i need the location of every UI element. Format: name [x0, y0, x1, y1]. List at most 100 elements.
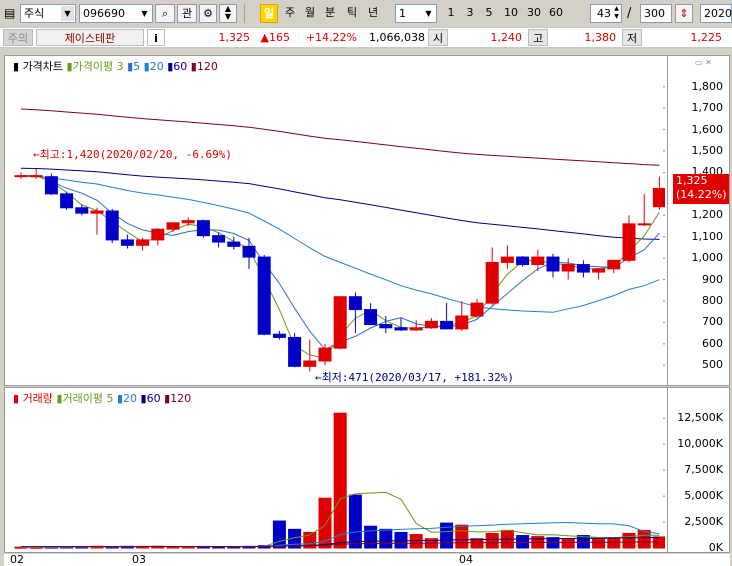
period-month-button[interactable]: 월	[301, 4, 319, 23]
volume-value: 1,066,038	[369, 31, 425, 44]
candle-body	[318, 347, 332, 362]
candle-body	[212, 235, 226, 243]
price-tick-label: 1,000	[691, 251, 724, 265]
quick-10-button[interactable]: 10	[501, 4, 521, 23]
candle-body	[288, 336, 302, 367]
search-button[interactable]: ⌕	[155, 4, 175, 23]
candle-body	[227, 241, 241, 247]
warning-badge: 주의	[3, 29, 33, 46]
candle-body	[409, 327, 423, 331]
candle-body	[105, 210, 119, 241]
period-tick-button[interactable]: 틱	[343, 4, 361, 23]
zoom-icon: ⇕	[679, 7, 689, 20]
period-day-button[interactable]: 일	[260, 4, 278, 23]
quick-3-button[interactable]: 3	[462, 4, 478, 23]
zoom-button[interactable]: ⇕	[675, 4, 693, 23]
quick-5-button[interactable]: 5	[481, 4, 497, 23]
candle-body	[75, 207, 89, 214]
quick-30-button[interactable]: 30	[524, 4, 544, 23]
count-spin[interactable]: ▲ ▼	[612, 5, 621, 22]
price-change: ▲165	[260, 31, 290, 44]
candle-body	[333, 296, 347, 349]
toolbar: ▤ 주식 ▼ 096690 ▼ ⌕ 관 ⚙ ▲ ▼ 일 주 월 분 틱 년 1 ▼…	[0, 0, 732, 27]
price-tick-label: 1,500	[691, 144, 724, 157]
gwan-button[interactable]: 관	[177, 4, 197, 23]
candle-body	[455, 315, 469, 330]
chevron-down-icon[interactable]: ▼	[422, 6, 435, 21]
price-tick-label: 1,200	[691, 208, 724, 222]
volume-bar	[485, 532, 499, 549]
candle-body	[90, 210, 104, 214]
price-tick-label: 900	[702, 272, 723, 286]
price-plot[interactable]	[5, 56, 665, 385]
ma20-line	[20, 175, 660, 313]
market-select[interactable]: 주식 ▼	[20, 4, 76, 23]
candle-body	[470, 302, 484, 317]
price-tick-label: 700	[702, 315, 723, 329]
low-annotation: ←최저:471(2020/03/17, +181.32%)	[315, 371, 515, 384]
total-input[interactable]: 300	[640, 4, 672, 23]
candle-body	[181, 220, 195, 224]
volume-chart-panel[interactable]: ▮ 거래량 ▮거래이평 5 ▮20 ▮60 ▮120 12,500K 10,000…	[4, 387, 730, 554]
volume-bar	[348, 494, 362, 549]
stepper-button[interactable]: ▲ ▼	[219, 4, 237, 23]
total-value: 300	[644, 7, 665, 20]
volume-bar	[622, 532, 636, 549]
period-week-button[interactable]: 주	[281, 4, 299, 23]
price-tick-label: 600	[702, 336, 723, 350]
candle-body	[29, 175, 43, 178]
volume-bar	[394, 531, 408, 549]
candle-body	[546, 256, 560, 272]
candle-body	[607, 259, 621, 270]
date-input[interactable]: 2020/	[700, 4, 732, 23]
current-price-tag: 1,325 (14.22%)	[673, 174, 729, 204]
candle-body	[379, 324, 393, 329]
low-label: 저	[622, 29, 642, 46]
volume-tick-label: 10,000K	[677, 437, 723, 451]
quick-60-button[interactable]: 60	[546, 4, 566, 23]
volume-bar	[607, 537, 621, 549]
candle-body	[622, 223, 636, 261]
volume-plot[interactable]	[5, 388, 665, 552]
candle-body	[272, 333, 286, 338]
candle-body	[652, 188, 665, 208]
high-annotation: ←최고:1,420(2020/02/20, -6.69%)	[33, 148, 233, 161]
candle-body	[120, 239, 134, 246]
settings-button[interactable]: ⚙	[199, 4, 217, 23]
price-tick-label: 800	[702, 294, 723, 307]
candle-body	[257, 256, 271, 335]
search-icon: ⌕	[161, 7, 169, 20]
volume-tick-label: 12,500K	[677, 411, 723, 425]
open-value: 1,240	[490, 31, 523, 44]
chevron-down-icon[interactable]: ▼	[138, 6, 151, 21]
price-change-pct: +14.22%	[305, 31, 357, 44]
volume-bar	[272, 520, 286, 549]
count-separator: /	[627, 6, 632, 21]
candle-body	[424, 320, 438, 329]
high-label: 고	[528, 29, 548, 46]
info-button[interactable]: i	[147, 29, 165, 46]
spin-icon: ▲ ▼	[224, 4, 232, 21]
candle-body	[485, 261, 499, 304]
panel-window-buttons[interactable]: ▭ ✕	[695, 58, 725, 68]
code-value: 096690	[83, 7, 125, 20]
code-input[interactable]: 096690 ▼	[79, 4, 153, 23]
candle-body	[303, 360, 317, 367]
candle-body	[196, 220, 210, 237]
volume-tick-label: 7,500K	[684, 463, 723, 477]
candle-body	[500, 256, 514, 263]
candle-body	[242, 245, 256, 258]
candle-body	[60, 193, 74, 209]
period-year-button[interactable]: 년	[364, 4, 382, 23]
open-label: 시	[428, 29, 448, 46]
interval-select[interactable]: 1 ▼	[395, 4, 437, 23]
chevron-down-icon[interactable]: ▼	[61, 6, 74, 21]
quick-1-button[interactable]: 1	[443, 4, 459, 23]
candle-body	[576, 264, 590, 273]
separator	[244, 4, 245, 23]
candle-body	[166, 222, 180, 230]
period-minute-button[interactable]: 분	[321, 4, 339, 23]
price-chart-panel[interactable]: ▮ 가격차트 ▮가격이평 3 ▮5 ▮20 ▮60 ▮120 ▭ ✕ 1,800…	[4, 55, 730, 386]
volume-bar	[516, 535, 530, 549]
candle-body	[348, 296, 362, 311]
